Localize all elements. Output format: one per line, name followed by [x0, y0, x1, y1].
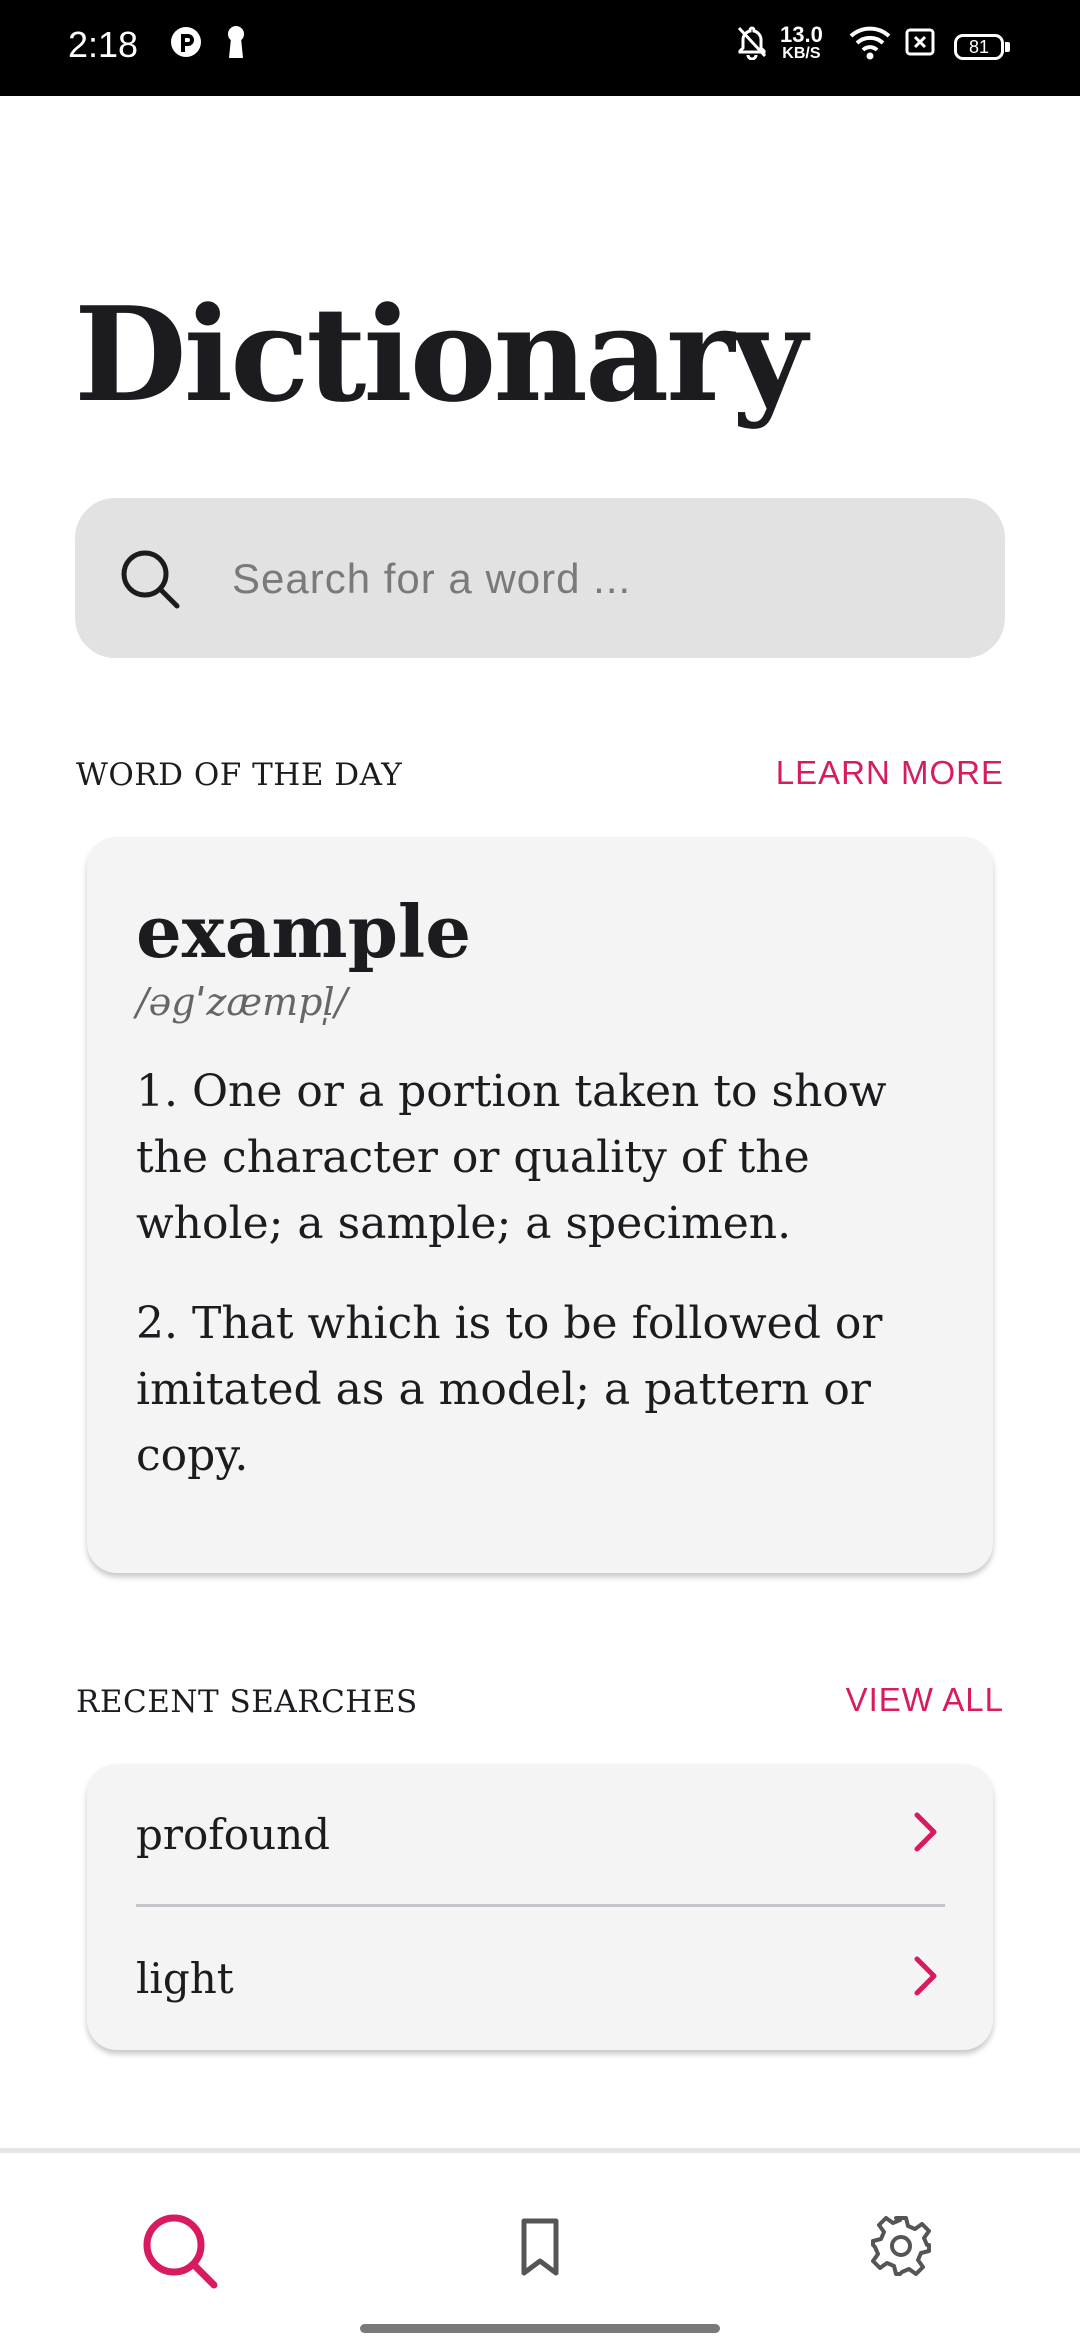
wotd-definition: 2. That which is to be followed or imita… [136, 1298, 883, 1481]
recent-searches-heading: RECENT SEARCHES [76, 1684, 418, 1720]
search-icon [140, 2214, 220, 2295]
keyhole-icon [224, 24, 248, 65]
battery-tip [1005, 42, 1010, 52]
search-input[interactable] [230, 540, 954, 618]
recent-search-item[interactable]: profound [136, 1764, 945, 1907]
wotd-phonetic: /əgˈzæmpl̩/ [136, 980, 348, 1024]
bell-off-icon [736, 24, 768, 65]
status-bar: 2:18 13.0 KB/S 81 [0, 0, 1080, 96]
word-of-the-day-card[interactable]: example /əgˈzæmpl̩/ 1. One or a portion … [87, 837, 993, 1573]
network-speed: 13.0 KB/S [780, 22, 823, 62]
home-indicator[interactable] [360, 2324, 720, 2333]
nav-settings-tab[interactable] [868, 2213, 934, 2284]
wotd-word: example [136, 889, 472, 974]
battery-indicator: 81 [954, 34, 1004, 60]
wotd-definition: 1. One or a portion taken to show the ch… [136, 1066, 887, 1249]
search-icon [119, 548, 181, 615]
bookmark-icon [510, 2218, 570, 2283]
view-all-link[interactable]: VIEW ALL [846, 1681, 1004, 1719]
recent-search-label: light [136, 1954, 234, 2003]
wifi-icon [848, 24, 892, 65]
chevron-right-icon [905, 1807, 945, 1862]
word-of-the-day-heading: WORD OF THE DAY [76, 757, 403, 793]
chevron-right-icon [905, 1951, 945, 2006]
learn-more-link[interactable]: LEARN MORE [776, 754, 1004, 792]
status-time: 2:18 [68, 24, 139, 65]
recent-searches-card: profound light [87, 1764, 993, 2050]
gear-icon [868, 2216, 934, 2283]
search-bar[interactable] [75, 498, 1005, 658]
recent-search-item[interactable]: light [136, 1907, 945, 2050]
sim-icon [904, 24, 936, 65]
bottom-nav [0, 2148, 1080, 2340]
nav-search-tab[interactable] [140, 2211, 220, 2296]
page-title: Dictionary [74, 278, 807, 431]
recent-search-label: profound [136, 1809, 331, 1859]
nav-bookmarks-tab[interactable] [510, 2215, 570, 2284]
vpn-icon [168, 24, 204, 65]
